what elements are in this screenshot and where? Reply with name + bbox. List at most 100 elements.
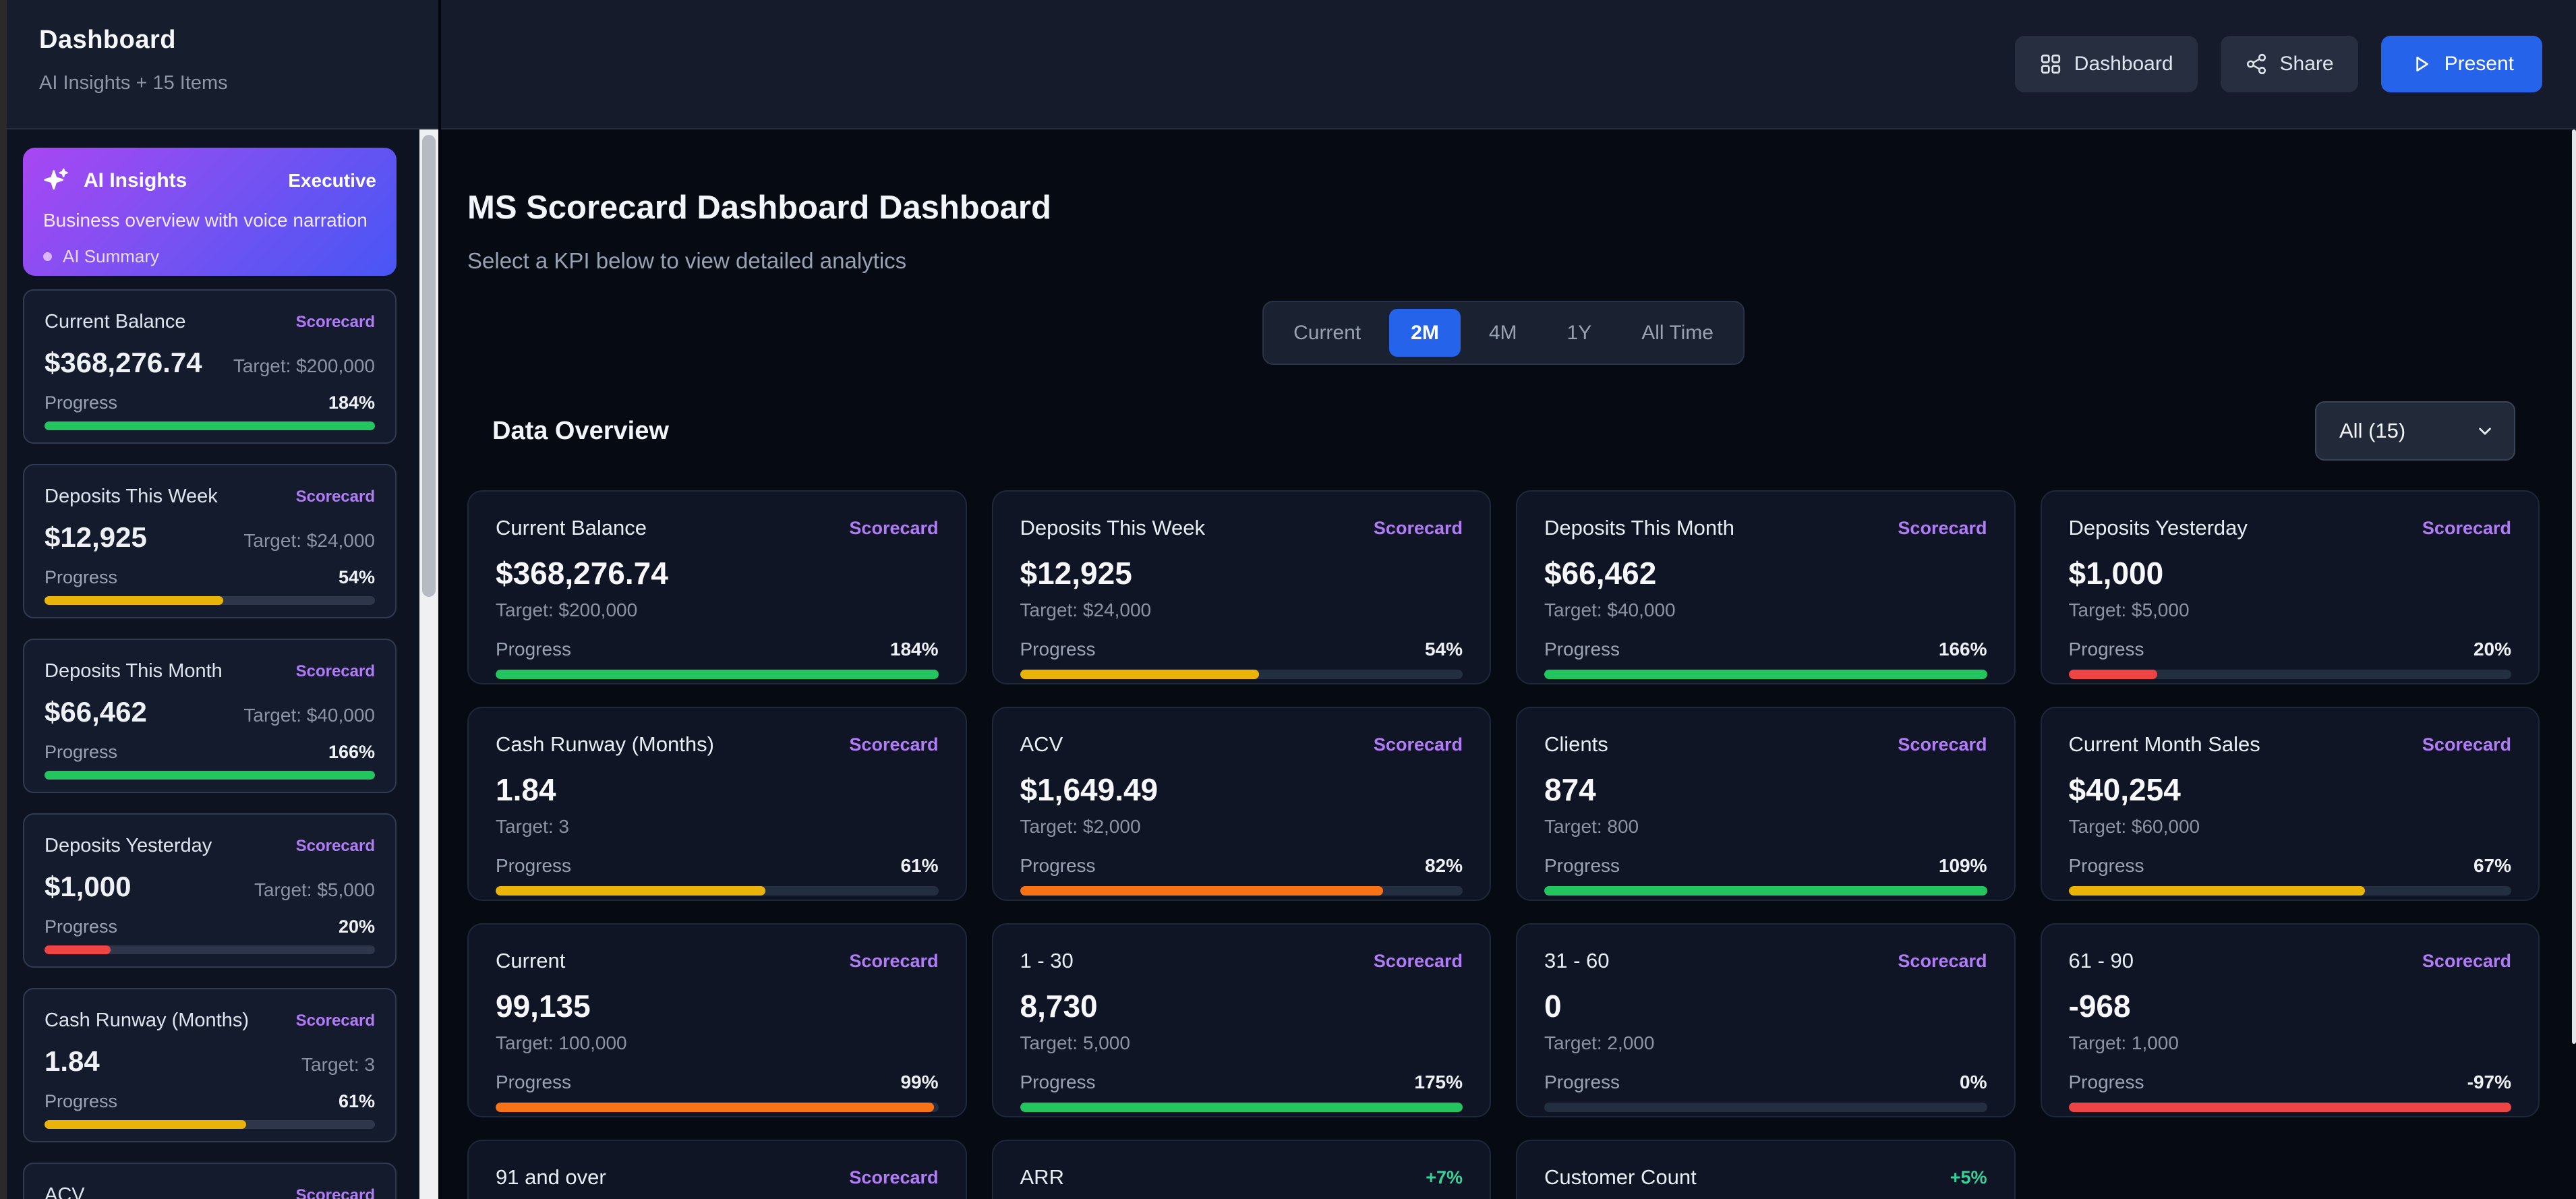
kpi-card[interactable]: Customer Count +5% Progress	[1516, 1140, 2016, 1199]
kpi-card[interactable]: Current Balance Scorecard $368,276.74 Ta…	[467, 490, 967, 684]
grid-icon	[2039, 53, 2062, 76]
kpi-card[interactable]: Cash Runway (Months) Scorecard 1.84 Targ…	[467, 707, 967, 901]
kpi-type-label: Scorecard	[2422, 734, 2511, 755]
kpi-card[interactable]: 61 - 90 Scorecard -968 Target: 1,000 Pro…	[2041, 923, 2540, 1117]
sidebar: Dashboard AI Insights + 15 Items AI Insi…	[7, 0, 438, 1199]
progress-bar-fill	[1544, 886, 1987, 896]
kpi-card[interactable]: ACV Scorecard $1,649.49 Target: $2,000 P…	[992, 707, 1492, 901]
ai-card-badge: Executive	[288, 170, 376, 192]
kpi-card[interactable]: Deposits This Month Scorecard $66,462 Ta…	[1516, 490, 2016, 684]
sidebar-subtitle: AI Insights + 15 Items	[39, 72, 438, 94]
progress-bar-fill	[1020, 1103, 1463, 1112]
kpi-type-label: Scorecard	[1374, 951, 1463, 972]
kpi-target: Target: 800	[1544, 816, 1987, 838]
kpi-target: Target: 3	[496, 816, 939, 838]
kpi-value: $12,925	[45, 521, 147, 554]
progress-percent: 61%	[900, 855, 938, 877]
kpi-name: Cash Runway (Months)	[45, 1010, 249, 1032]
progress-label: Progress	[2069, 1072, 2144, 1093]
sidebar-scrollbar-track[interactable]	[419, 129, 438, 1199]
progress-percent: 175%	[1414, 1072, 1463, 1093]
kpi-name: Deposits This Week	[1020, 516, 1206, 540]
kpi-target: Target: $60,000	[2069, 816, 2512, 838]
progress-bar-fill	[45, 945, 111, 954]
kpi-name: Deposits This Month	[45, 660, 223, 682]
kpi-card[interactable]: 1 - 30 Scorecard 8,730 Target: 5,000 Pro…	[992, 923, 1492, 1117]
kpi-value: 1.84	[496, 771, 939, 808]
kpi-card[interactable]: Clients Scorecard 874 Target: 800 Progre…	[1516, 707, 2016, 901]
kpi-card[interactable]: Deposits This Week Scorecard $12,925 Tar…	[992, 490, 1492, 684]
kpi-name: 1 - 30	[1020, 949, 1074, 973]
kpi-name: Current	[496, 949, 565, 973]
sidebar-kpi-card[interactable]: Deposits Yesterday Scorecard $1,000 Targ…	[23, 813, 397, 968]
kpi-type-label: Scorecard	[2422, 518, 2511, 539]
progress-bar-track	[2069, 886, 2512, 896]
progress-label: Progress	[1544, 855, 1620, 877]
time-range-tab[interactable]: 1Y	[1546, 309, 1614, 357]
kpi-target: Target: $40,000	[243, 705, 375, 726]
progress-bar-fill	[2069, 670, 2157, 679]
sidebar-title: Dashboard	[39, 26, 438, 55]
progress-bar-track	[496, 1103, 939, 1112]
kpi-type-label: Scorecard	[296, 1012, 375, 1030]
kpi-target: Target: $24,000	[1020, 600, 1463, 621]
progress-bar-fill	[496, 1103, 934, 1112]
kpi-type-label: +7%	[1426, 1167, 1463, 1188]
kpi-card[interactable]: 31 - 60 Scorecard 0 Target: 2,000 Progre…	[1516, 923, 2016, 1117]
filter-dropdown[interactable]: All (15)	[2315, 401, 2515, 461]
kpi-name: 91 and over	[496, 1165, 606, 1190]
main-scrollbar-thumb[interactable]	[2572, 129, 2576, 1044]
sidebar-kpi-card[interactable]: Deposits This Month Scorecard $66,462 Ta…	[23, 639, 397, 793]
page-subtitle: Select a KPI below to view detailed anal…	[467, 248, 2540, 274]
time-range-tab[interactable]: All Time	[1620, 309, 1735, 357]
progress-bar-fill	[2069, 1103, 2512, 1112]
kpi-card[interactable]: ARR +7% Progress	[992, 1140, 1492, 1199]
time-range-tab[interactable]: 4M	[1467, 309, 1539, 357]
kpi-value: 874	[1544, 771, 1987, 808]
progress-percent: 61%	[339, 1091, 375, 1112]
progress-label: Progress	[496, 855, 571, 877]
progress-bar-track	[496, 886, 939, 896]
progress-label: Progress	[1020, 855, 1096, 877]
progress-percent: 54%	[339, 567, 375, 588]
progress-label: Progress	[45, 1091, 117, 1112]
sidebar-kpi-card[interactable]: Cash Runway (Months) Scorecard 1.84 Targ…	[23, 988, 397, 1142]
sidebar-scrollbar-thumb[interactable]	[422, 135, 436, 597]
share-button[interactable]: Share	[2221, 36, 2358, 92]
ai-insights-card[interactable]: AI Insights Executive Business overview …	[23, 148, 397, 276]
window-edge-strip	[0, 0, 7, 1199]
time-range-tab[interactable]: 2M	[1389, 309, 1461, 357]
kpi-name: 31 - 60	[1544, 949, 1610, 973]
progress-label: Progress	[496, 639, 571, 660]
progress-bar-fill	[496, 886, 765, 896]
time-range-tab[interactable]: Current	[1272, 309, 1382, 357]
progress-bar-track	[1544, 886, 1987, 896]
present-button[interactable]: Present	[2381, 36, 2542, 92]
progress-percent: 99%	[900, 1072, 938, 1093]
kpi-card[interactable]: Deposits Yesterday Scorecard $1,000 Targ…	[2041, 490, 2540, 684]
progress-bar-track	[45, 596, 375, 605]
sidebar-kpi-card[interactable]: ACV Scorecard Progress	[23, 1163, 397, 1199]
kpi-value: $1,000	[45, 871, 131, 903]
kpi-type-label: +5%	[1950, 1167, 1987, 1188]
kpi-type-label: Scorecard	[1898, 518, 1987, 539]
dashboard-button[interactable]: Dashboard	[2015, 36, 2198, 92]
progress-percent: 20%	[2473, 639, 2511, 660]
top-toolbar: Dashboard Share Present	[441, 0, 2576, 129]
sidebar-kpi-card[interactable]: Deposits This Week Scorecard $12,925 Tar…	[23, 464, 397, 618]
kpi-name: ARR	[1020, 1165, 1064, 1190]
kpi-card[interactable]: Current Month Sales Scorecard $40,254 Ta…	[2041, 707, 2540, 901]
progress-bar-track	[2069, 1103, 2512, 1112]
chevron-down-icon	[2473, 419, 2496, 442]
progress-percent: 166%	[1939, 639, 1987, 660]
kpi-target: Target: 100,000	[496, 1032, 939, 1054]
kpi-card[interactable]: Current Scorecard 99,135 Target: 100,000…	[467, 923, 967, 1117]
kpi-name: Current Month Sales	[2069, 732, 2260, 757]
progress-percent: 0%	[1960, 1072, 1987, 1093]
sidebar-kpi-card[interactable]: Current Balance Scorecard $368,276.74 Ta…	[23, 289, 397, 444]
progress-bar-track	[496, 670, 939, 679]
kpi-type-label: Scorecard	[1898, 951, 1987, 972]
kpi-card[interactable]: 91 and over Scorecard Progress	[467, 1140, 967, 1199]
ai-summary-item[interactable]: AI Summary	[63, 246, 159, 267]
kpi-target: Target: $24,000	[243, 530, 375, 552]
